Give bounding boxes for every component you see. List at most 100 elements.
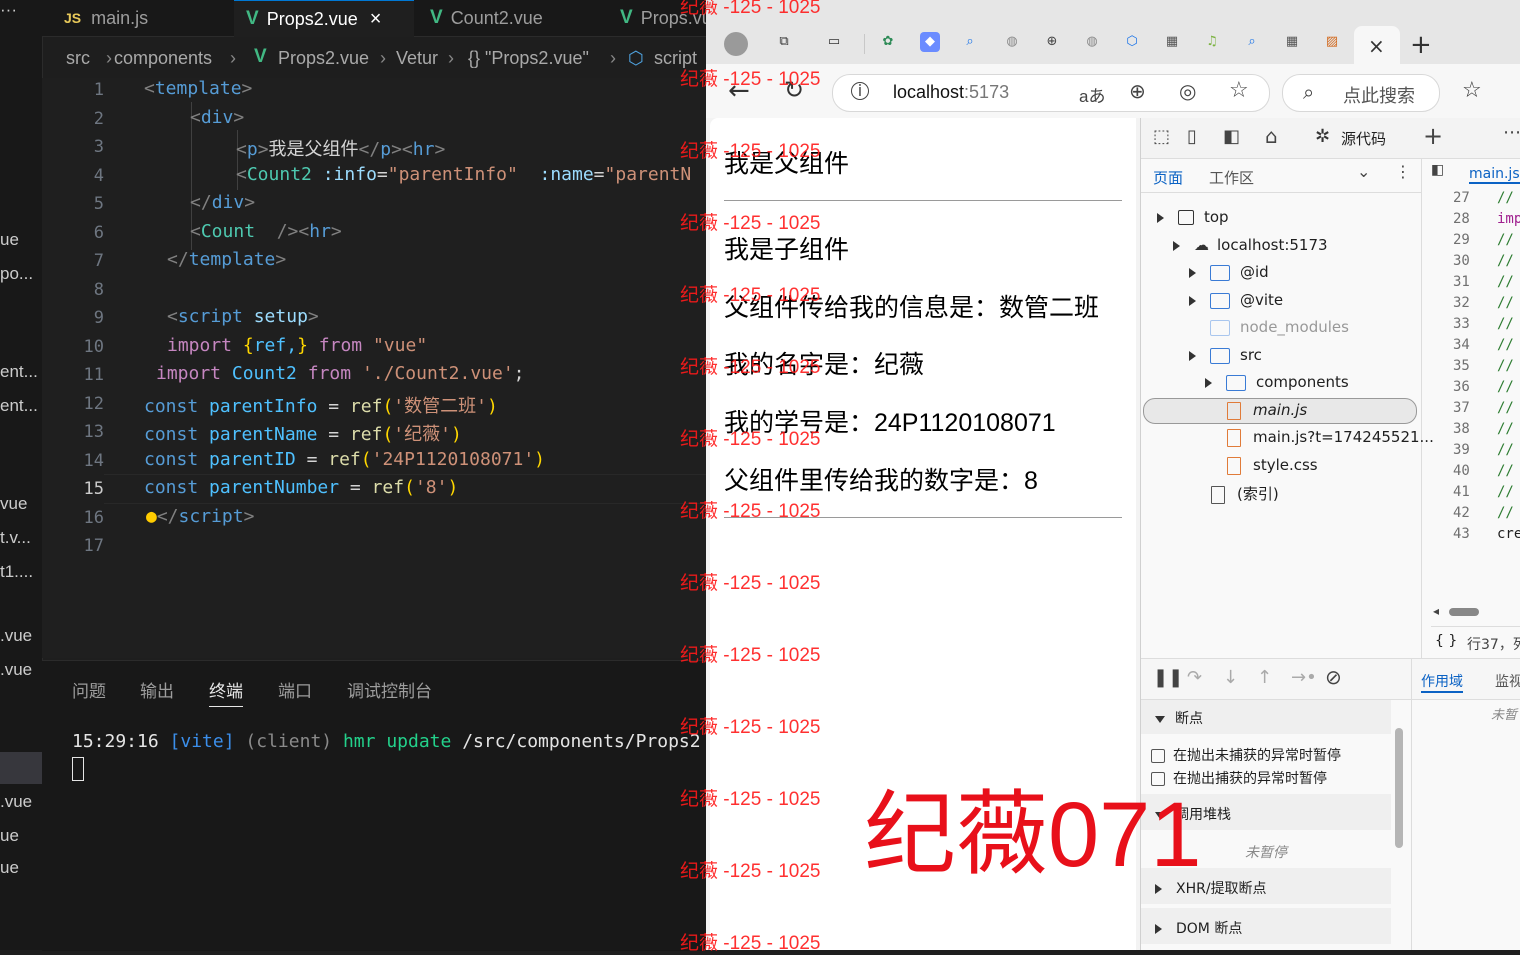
tree-item-file[interactable]: style.css: [1227, 456, 1318, 475]
tree-item-host[interactable]: ☁ localhost:5173: [1173, 236, 1328, 254]
breadcrumb-item[interactable]: {} "Props2.vue": [468, 48, 589, 69]
panel-tab-output[interactable]: 输出: [140, 677, 174, 702]
explorer-item[interactable]: t.v...: [0, 528, 42, 548]
url-text[interactable]: localhost:5173: [893, 82, 1009, 103]
search-tab-icon[interactable]: ⌕: [960, 32, 980, 52]
code-line: import Count2 from './Count2.vue';: [156, 363, 525, 384]
code-editor[interactable]: 1 2 3 4 5 6 7 8 9 10 11 12 13 14 15 16 1…: [42, 78, 706, 658]
explorer-item[interactable]: .vue: [0, 792, 42, 812]
more-icon[interactable]: ···: [0, 0, 42, 20]
panel-tab-debug-console[interactable]: 调试控制台: [347, 677, 432, 702]
vertical-scrollbar[interactable]: [1395, 728, 1403, 848]
explorer-item[interactable]: po...: [0, 264, 42, 284]
tab-page[interactable]: 页面: [1153, 167, 1183, 188]
panel-tab-ports[interactable]: 端口: [278, 677, 312, 702]
tab-actions-icon[interactable]: ▭: [824, 32, 844, 52]
explorer-item[interactable]: ue: [0, 858, 42, 878]
panel-tab-problems[interactable]: 问题: [72, 677, 106, 702]
active-tab[interactable]: ×: [1354, 26, 1400, 68]
horizontal-scrollbar[interactable]: ◂: [1433, 604, 1520, 618]
tab-main-js[interactable]: JS main.js: [64, 0, 148, 36]
section-dom-breakpoints[interactable]: DOM 断点: [1141, 908, 1391, 944]
tree-item-folder[interactable]: src: [1189, 346, 1262, 364]
address-bar[interactable]: i localhost:5173 aあ ⊕ ◎ ☆: [832, 74, 1270, 112]
edge-icon[interactable]: ◎: [1179, 79, 1196, 103]
explorer-item-selected[interactable]: [0, 752, 42, 784]
code-line-number: 27: [1453, 190, 1470, 206]
tree-item-file[interactable]: main.js: [1227, 401, 1307, 420]
lightbulb-icon[interactable]: ●: [146, 506, 157, 527]
audio-tab-icon[interactable]: ♫: [1202, 32, 1222, 52]
line-number: 9: [93, 308, 104, 328]
pause-icon[interactable]: ❚❚: [1153, 667, 1183, 688]
tree-item-folder[interactable]: node_modules: [1189, 318, 1349, 336]
explorer-item[interactable]: ent...: [0, 396, 42, 416]
new-tab-icon[interactable]: +: [1410, 30, 1432, 60]
close-tab-icon[interactable]: ×: [1368, 34, 1385, 58]
breadcrumb-item[interactable]: Vetur: [396, 48, 438, 69]
chevron-down-icon[interactable]: ⌄: [1357, 162, 1370, 181]
explorer-item[interactable]: t1....: [0, 562, 42, 582]
star-icon[interactable]: ☆: [1229, 78, 1249, 103]
info-icon[interactable]: i: [851, 82, 869, 100]
device-icon[interactable]: ▯: [1187, 126, 1197, 147]
tab-workspace[interactable]: 工作区: [1209, 167, 1254, 188]
explorer-item[interactable]: .vue: [0, 660, 42, 680]
tree-item-page[interactable]: (索引): [1211, 483, 1279, 504]
explorer-item[interactable]: ue: [0, 230, 42, 250]
close-icon[interactable]: ×: [370, 8, 382, 31]
app-tab-icon[interactable]: ▦: [1282, 32, 1302, 52]
tab-props2-vue[interactable]: V Props2.vue ×: [234, 0, 414, 37]
tab-count2-vue[interactable]: V Count2.vue: [430, 0, 543, 36]
more-icon[interactable]: ⋯: [1503, 122, 1520, 143]
add-panel-icon[interactable]: +: [1423, 122, 1443, 150]
pinned-tab-icon[interactable]: ✿: [878, 32, 898, 52]
globe-tab-icon[interactable]: ⊕: [1042, 32, 1062, 52]
breadcrumb-item[interactable]: components: [114, 48, 212, 69]
app-tab-icon[interactable]: ▦: [1162, 32, 1182, 52]
tree-item-folder[interactable]: @vite: [1189, 291, 1283, 309]
terminal-cursor[interactable]: [72, 757, 84, 781]
home-icon[interactable]: ⌂: [1265, 124, 1278, 148]
breadcrumb-item[interactable]: src: [66, 48, 90, 69]
step-icon[interactable]: →•: [1291, 667, 1317, 688]
globe-tab-icon[interactable]: ◍: [1002, 32, 1022, 52]
dock-icon[interactable]: ◧: [1223, 126, 1240, 147]
search-tab-icon[interactable]: ⌕: [1242, 32, 1262, 52]
step-out-icon[interactable]: ↑: [1257, 667, 1272, 688]
tree-item-file[interactable]: main.js?t=174245521...: [1227, 428, 1434, 447]
deactivate-breakpoints-icon[interactable]: ⊘: [1325, 665, 1342, 689]
watermark: 纪薇 -125 - 1025: [680, 213, 821, 234]
explorer-item[interactable]: vue: [0, 494, 42, 514]
profile-avatar-icon[interactable]: [724, 32, 748, 56]
collections-icon[interactable]: ⧉: [774, 32, 794, 52]
globe-tab-icon[interactable]: ◍: [1082, 32, 1102, 52]
tab-watch[interactable]: 监视: [1495, 671, 1520, 691]
tab-scope[interactable]: 作用域: [1421, 671, 1463, 693]
code-snippet: //: [1497, 463, 1514, 479]
panel-tab-terminal[interactable]: 终端: [209, 677, 243, 707]
code-snippet: //: [1497, 484, 1514, 500]
pinned-tab-icon[interactable]: ◆: [920, 32, 940, 52]
zoom-icon[interactable]: ⊕: [1129, 79, 1146, 103]
favorites-icon[interactable]: ☆: [1462, 78, 1482, 103]
more-vertical-icon[interactable]: ⋮: [1395, 162, 1411, 181]
tree-item-top[interactable]: top: [1157, 208, 1229, 226]
tree-item-folder[interactable]: components: [1205, 373, 1349, 391]
tree-item-folder[interactable]: @id: [1189, 263, 1269, 281]
read-aloud-icon[interactable]: aあ: [1079, 82, 1105, 107]
watermark: 纪薇 -125 - 1025: [680, 69, 821, 90]
inspect-icon[interactable]: ⬚: [1153, 126, 1170, 147]
explorer-item[interactable]: ent...: [0, 362, 42, 382]
shield-tab-icon[interactable]: ⬡: [1122, 32, 1142, 52]
breadcrumb-item[interactable]: Props2.vue: [278, 48, 369, 69]
explorer-item[interactable]: .vue: [0, 626, 42, 646]
search-box[interactable]: ⌕ 点此搜索: [1282, 74, 1440, 112]
step-into-icon[interactable]: ↓: [1223, 667, 1238, 688]
editor-tab-main-js[interactable]: ◧ main.js: [1431, 162, 1520, 186]
section-breakpoints[interactable]: 断点: [1141, 700, 1391, 734]
image-tab-icon[interactable]: ▨: [1322, 32, 1342, 52]
explorer-item[interactable]: ue: [0, 826, 42, 846]
step-over-icon[interactable]: ↷: [1187, 667, 1202, 688]
line-number: 11: [83, 365, 104, 385]
